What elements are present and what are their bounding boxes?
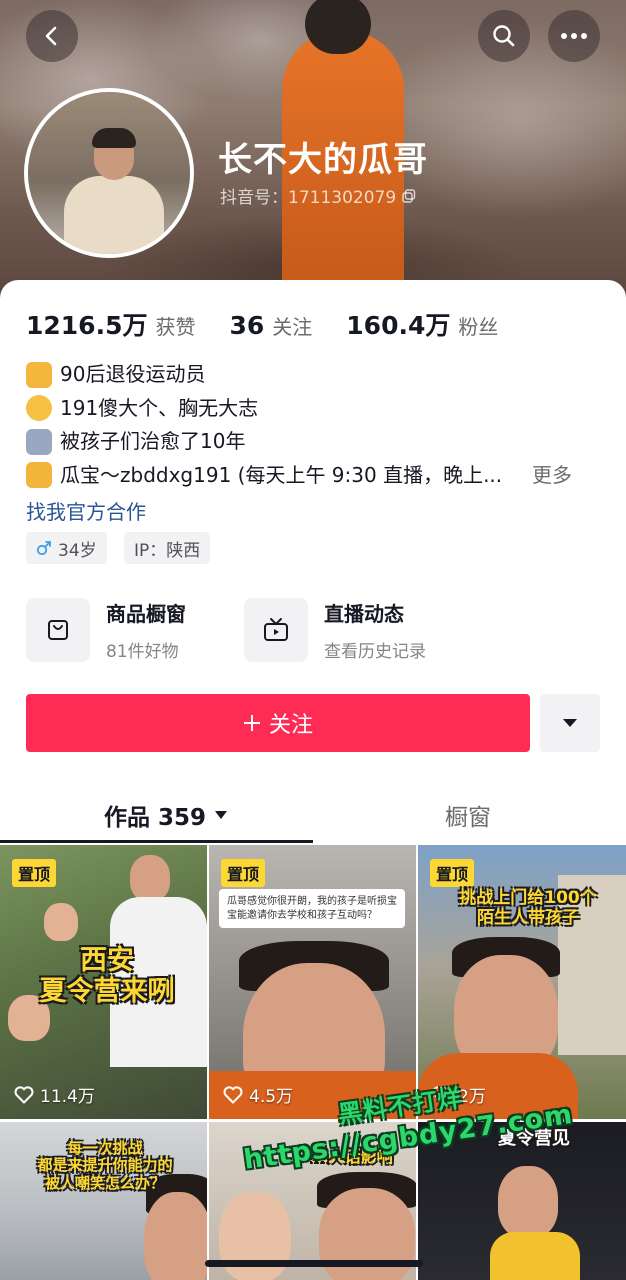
product-showcase-text: 商品橱窗 81件好物	[106, 598, 186, 662]
tv-icon	[264, 618, 288, 641]
entry-title: 直播动态	[324, 602, 404, 626]
video-person	[498, 1166, 558, 1238]
video-comment-card: 瓜哥感觉你很开朗，我的孩子是听损宝宝能邀请你去学校和孩子互动吗？	[219, 889, 405, 928]
video-caption: 挑战上门给100个 陌生人带孩子	[459, 888, 597, 928]
runner-emoji-icon	[26, 361, 52, 388]
video-likes: 4.5万	[223, 1082, 293, 1107]
yawn-emoji-icon	[26, 395, 52, 422]
douyin-id[interactable]: 抖音号：1711302079	[220, 183, 416, 208]
video-likes-count: 11.4万	[40, 1087, 95, 1107]
bio-line-text: 瓜宝～zbddxg191 (每天上午 9:30 直播，晚上...	[60, 462, 503, 487]
ip-tag: IP：陕西	[124, 532, 211, 564]
triangle-down-icon	[215, 811, 228, 819]
live-history-text: 直播动态 查看历史记录	[324, 598, 426, 662]
pinned-badge: 置顶	[430, 859, 475, 887]
video-grid: 置顶 西安 夏令营来咧 11.4万 置顶 瓜哥感觉你很开朗，我的孩子是听损宝宝能…	[0, 845, 626, 1280]
video-tile[interactable]: 置顶 西安 夏令营来咧 11.4万	[0, 845, 207, 1119]
followers-label: 粉丝	[458, 315, 499, 339]
video-caption: 每一次挑战 都是来提升你能力的 被人嘲笑怎么办？	[37, 1139, 173, 1192]
search-button[interactable]	[478, 10, 530, 62]
profile-name: 长不大的瓜哥	[218, 140, 428, 180]
bio-line: 被孩子们治愈了10年	[26, 425, 606, 459]
pinned-badge: 置顶	[221, 859, 266, 887]
profile-stats: 1216.5万 获赞 36 关注 160.4万 粉丝	[26, 306, 524, 342]
family-emoji-icon	[26, 428, 52, 455]
age-tag: 34岁	[26, 532, 107, 564]
search-icon	[493, 25, 515, 47]
profile-tabs: 作品 359 橱窗	[0, 780, 626, 844]
video-person	[144, 1192, 207, 1280]
home-indicator	[205, 1260, 423, 1267]
video-likes: 11.4万	[14, 1082, 95, 1107]
video-child	[44, 903, 78, 941]
live-history-entry[interactable]: 直播动态 查看历史记录	[244, 598, 426, 662]
avatar-person-hair	[92, 128, 136, 148]
recommend-dropdown-button[interactable]	[540, 694, 600, 752]
bio-line-text: 191傻大个、胸无大志	[60, 395, 259, 420]
triangle-down-icon	[563, 719, 577, 727]
tab-works[interactable]: 作品 359	[104, 798, 228, 832]
bio: 90后退役运动员 191傻大个、胸无大志 被孩子们治愈了10年 瓜宝～zbddx…	[26, 358, 606, 492]
heart-icon	[14, 1085, 34, 1104]
followers-count[interactable]: 160.4万	[346, 306, 450, 342]
plus-icon	[243, 715, 260, 731]
likes-count[interactable]: 1216.5万	[26, 306, 147, 342]
age-text: 34岁	[58, 540, 97, 561]
bag-icon-box	[26, 598, 90, 662]
video-tile[interactable]: 置顶 瓜哥感觉你很开朗，我的孩子是听损宝宝能邀请你去学校和孩子互动吗？ 4.5万	[209, 845, 416, 1119]
more-dots-icon	[561, 33, 587, 39]
back-button[interactable]	[26, 10, 78, 62]
bio-line-text: 90后退役运动员	[60, 362, 206, 386]
follow-button[interactable]: 关注	[26, 694, 530, 752]
profile-header: 长不大的瓜哥 抖音号：1711302079	[0, 0, 626, 300]
bio-line: 瓜宝～zbddxg191 (每天上午 9:30 直播，晚上... 更多	[26, 459, 606, 493]
following-label: 关注	[272, 315, 313, 339]
official-cooperation-link[interactable]: 找我官方合作	[26, 496, 146, 525]
video-tile[interactable]: 置顶 挑战上门给100个 陌生人带孩子 2万	[418, 845, 626, 1119]
entry-subtitle: 81件好物	[106, 642, 179, 662]
video-caption: 西安 夏令营来咧	[39, 945, 175, 1008]
video-tile[interactable]: 每一次挑战 都是来提升你能力的 被人嘲笑怎么办？	[0, 1122, 207, 1280]
male-icon	[36, 541, 51, 556]
ip-text: IP：陕西	[134, 540, 201, 561]
tab-works-label: 作品 359	[104, 805, 207, 831]
video-likes-count: 4.5万	[249, 1087, 294, 1107]
tab-shop[interactable]: 橱窗	[445, 798, 491, 832]
more-button[interactable]	[548, 10, 600, 62]
heart-icon	[223, 1085, 243, 1104]
product-showcase-entry[interactable]: 商品橱窗 81件好物	[26, 598, 186, 662]
following-count[interactable]: 36	[229, 311, 264, 340]
bio-line: 90后退役运动员	[26, 358, 606, 392]
header-person-head	[305, 0, 371, 54]
follow-label: 关注	[268, 713, 313, 738]
tv-icon-box	[244, 598, 308, 662]
tab-active-indicator	[0, 840, 313, 843]
bio-more-link[interactable]: 更多	[532, 459, 572, 493]
avatar-person-body	[64, 176, 164, 254]
video-person	[130, 855, 170, 901]
muscle-emoji-icon	[26, 462, 52, 489]
pinned-badge: 置顶	[12, 859, 57, 887]
likes-label: 获赞	[155, 315, 196, 339]
bag-icon	[48, 620, 68, 640]
bio-line: 191傻大个、胸无大志	[26, 392, 606, 426]
video-person-vest	[490, 1232, 580, 1280]
entry-subtitle: 查看历史记录	[324, 642, 426, 662]
entry-title: 商品橱窗	[106, 602, 186, 626]
chevron-left-icon	[45, 26, 57, 46]
copy-icon	[402, 188, 416, 203]
douyin-id-text: 抖音号：1711302079	[220, 188, 397, 208]
bio-line-text: 被孩子们治愈了10年	[60, 429, 246, 453]
avatar[interactable]	[24, 88, 194, 258]
